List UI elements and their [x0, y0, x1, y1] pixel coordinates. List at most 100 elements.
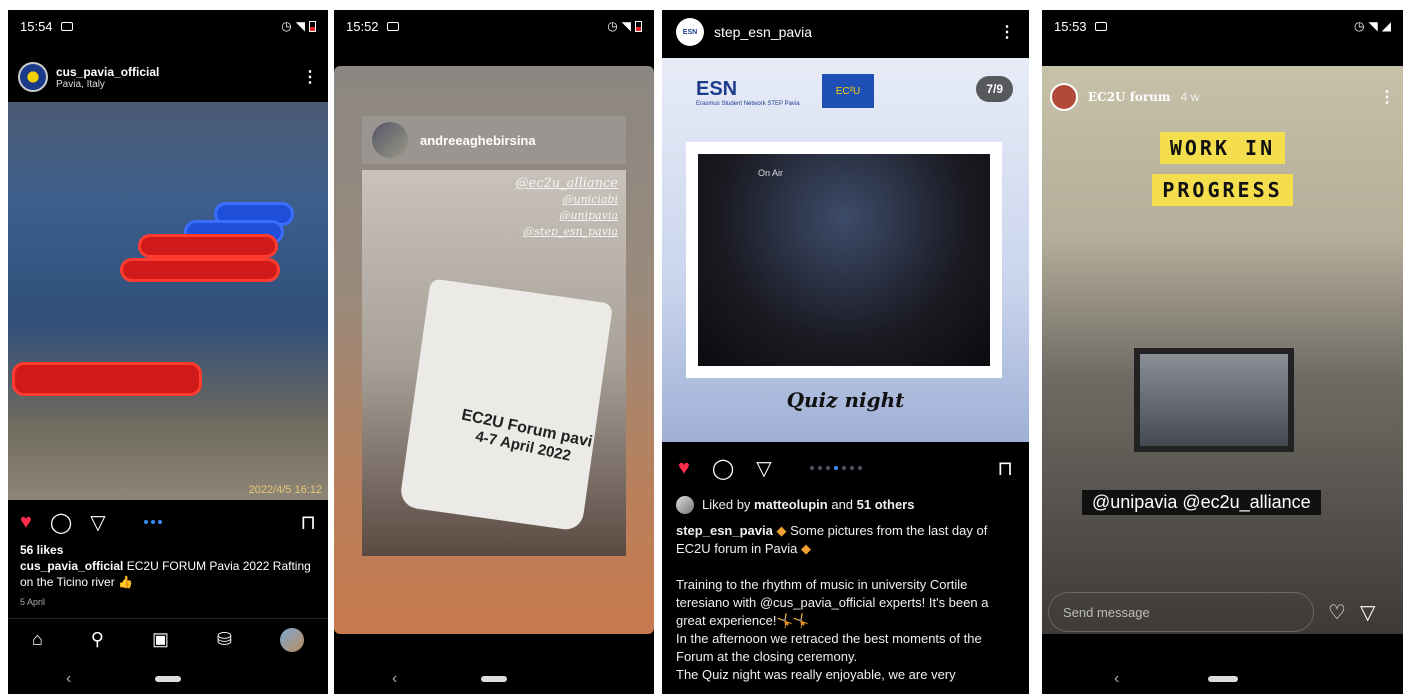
comment-icon[interactable]: ◯ [50, 510, 72, 535]
liker-avatar [676, 496, 694, 514]
post-header: ESN step_esn_pavia ⋮ [676, 16, 1015, 48]
nav-home-pill[interactable] [481, 676, 507, 682]
liked-prefix: Liked by [702, 497, 751, 512]
avatar[interactable] [1050, 83, 1078, 111]
search-icon[interactable]: ⚲ [91, 629, 104, 650]
post-location[interactable]: Pavia, Italy [56, 79, 159, 90]
screen-instagram-story-ec2u: 15:53 ◷ ◥ ◢ EC2U forum 4 w ⋮ WORK IN PROGR… [1042, 10, 1403, 694]
screen-record-icon [60, 21, 73, 31]
esn-logo-text: ESN [696, 78, 738, 100]
nav-back-icon[interactable]: ‹ [392, 670, 397, 688]
avatar[interactable] [18, 62, 48, 92]
story-reply-bar: Send message ♡ ▽ [1048, 592, 1397, 632]
bookmark-icon[interactable]: ⊓ [300, 510, 316, 535]
story-card[interactable]: andreeaghebirsina @ec2u_alliance @unicia… [334, 66, 654, 634]
shop-icon[interactable]: ⛁ [217, 629, 232, 650]
alarm-icon: ◷ [607, 19, 618, 33]
wifi-icon: ◥ [295, 19, 305, 33]
caption-paragraph: The Quiz night was really enjoyable, we … [676, 667, 956, 682]
post-image-quiz-night[interactable]: ESN Erasmus Student Network STEP Pavia E… [662, 58, 1029, 442]
story-time-ago: 4 w [1180, 90, 1200, 104]
mention-tag[interactable]: @unipavia [516, 208, 618, 224]
story-repost-header: andreeaghebirsina [362, 116, 626, 164]
like-heart-icon[interactable]: ♥ [20, 511, 32, 534]
post-username[interactable]: cus_pavia_official [56, 65, 159, 79]
diamond-icon: ◆ [801, 541, 812, 556]
raft-shape [12, 362, 202, 396]
system-nav-bar: ‹ [1042, 664, 1403, 694]
carousel-dots [143, 520, 162, 524]
comment-icon[interactable]: ◯ [712, 456, 734, 481]
wip-sticker-line2: PROGRESS [1042, 174, 1403, 206]
polaroid-frame: On Air [686, 142, 1002, 378]
caption-username[interactable]: cus_pavia_official [20, 559, 123, 573]
nav-back-icon[interactable]: ‹ [1114, 670, 1119, 688]
post-caption-area: Liked by matteolupin and 51 others step_… [676, 496, 1015, 684]
post-username[interactable]: step_esn_pavia [714, 24, 812, 40]
avatar[interactable]: ESN [676, 18, 704, 46]
send-message-input[interactable]: Send message [1048, 592, 1314, 632]
nav-back-icon[interactable]: ‹ [66, 670, 71, 688]
home-icon[interactable]: ⌂ [32, 629, 43, 650]
wifi-icon: ◥ [1368, 19, 1378, 33]
raft-shape [138, 234, 278, 258]
more-options-icon[interactable]: ⋮ [302, 67, 318, 87]
story-mention-banner[interactable]: @unipavia @ec2u_alliance [1082, 490, 1321, 515]
story-photo: @ec2u_alliance @uniciabi @unipavia @step… [362, 170, 626, 556]
status-bar: 15:53 ◷ ◥ ◢ [1042, 10, 1403, 42]
screen-instagram-post-esn: ESN step_esn_pavia ⋮ ESN Erasmus Student… [662, 10, 1029, 694]
send-icon[interactable]: ▽ [1360, 600, 1375, 625]
story-mention-tags: @ec2u_alliance @uniciabi @unipavia @step… [516, 176, 618, 240]
caption-username[interactable]: step_esn_pavia [676, 523, 773, 538]
reels-icon[interactable]: ▣ [152, 629, 169, 650]
tote-bag-shape [398, 278, 614, 532]
diamond-icon: ◆ [776, 523, 787, 538]
battery-icon [635, 20, 642, 32]
wifi-icon: ◥ [621, 19, 631, 33]
status-time: 15:53 [1054, 18, 1087, 34]
post-action-bar: ♥ ◯ ▽ ⊓ [20, 510, 316, 534]
screen-record-icon [386, 21, 399, 31]
alarm-icon: ◷ [281, 19, 292, 33]
post-action-bar: ♥ ◯ ▽ ⊓ [678, 456, 1013, 480]
bookmark-icon[interactable]: ⊓ [997, 456, 1013, 481]
post-caption-area: 56 likes cus_pavia_official EC2U FORUM P… [20, 542, 316, 610]
status-bar: 15:52 ◷ ◥ [334, 10, 654, 42]
wip-sticker-line1: WORK IN [1042, 132, 1403, 164]
mention-tag[interactable]: @ec2u_alliance [516, 176, 618, 192]
more-options-icon[interactable]: ⋮ [1379, 87, 1395, 107]
avatar[interactable] [372, 122, 408, 158]
story-username[interactable]: andreeaghebirsina [420, 133, 536, 148]
raft-shape [120, 258, 280, 282]
screen-record-icon [1094, 21, 1107, 31]
system-nav-bar: ‹ [334, 664, 654, 694]
share-icon[interactable]: ▽ [756, 456, 771, 481]
bottom-tab-bar: ⌂ ⚲ ▣ ⛁ [8, 618, 328, 660]
story-header: EC2U forum 4 w ⋮ [1050, 82, 1395, 112]
likes-count[interactable]: 56 likes [20, 542, 316, 558]
ec2u-flag-logo: EC²U [822, 74, 874, 108]
heart-outline-icon[interactable]: ♡ [1328, 600, 1346, 625]
post-photo-rafting[interactable]: 2022/4/5 16:12 [8, 102, 328, 500]
photo-date-stamp: 2022/4/5 16:12 [248, 484, 322, 496]
alarm-icon: ◷ [1354, 19, 1365, 33]
liked-others[interactable]: 51 others [857, 497, 915, 512]
like-heart-icon[interactable]: ♥ [678, 457, 690, 480]
profile-avatar[interactable] [279, 627, 304, 652]
carousel-dots [809, 466, 862, 470]
story-card[interactable]: EC2U forum 4 w ⋮ WORK IN PROGRESS @unipa… [1042, 66, 1403, 634]
caption-paragraph: Training to the rhythm of music in unive… [676, 577, 989, 628]
liked-user[interactable]: matteolupin [754, 497, 828, 512]
more-options-icon[interactable]: ⋮ [999, 22, 1015, 42]
nav-home-pill[interactable] [1207, 676, 1238, 682]
nav-home-pill[interactable] [155, 676, 181, 682]
share-icon[interactable]: ▽ [90, 510, 105, 535]
event-photo: On Air [698, 154, 990, 366]
liked-by-row[interactable]: Liked by matteolupin and 51 others [676, 496, 1015, 514]
mention-tag[interactable]: @uniciabi [516, 192, 618, 208]
mention-tag[interactable]: @step_esn_pavia [516, 224, 618, 240]
screen-instagram-post-cus: 15:54 ◷ ◥ cus_pavia_official Pavia, Italy… [8, 10, 328, 694]
battery-icon [309, 20, 316, 32]
story-username[interactable]: EC2U forum [1088, 90, 1171, 104]
quiz-night-title: Quiz night [786, 388, 905, 412]
